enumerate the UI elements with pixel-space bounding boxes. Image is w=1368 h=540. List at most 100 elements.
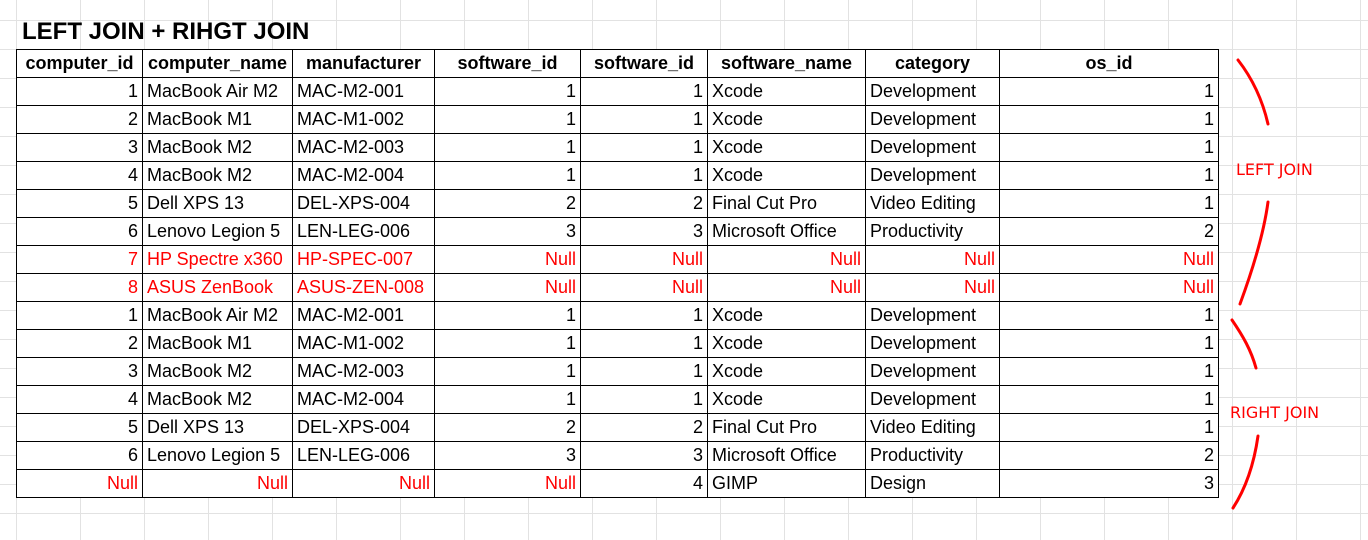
cell-os-id[interactable]: 1 <box>999 77 1219 106</box>
cell-os-id[interactable]: 1 <box>999 161 1219 190</box>
cell-software-id-2[interactable]: 1 <box>580 77 708 106</box>
cell-computer-id[interactable]: Null <box>16 469 143 498</box>
cell-computer-id[interactable]: 5 <box>16 413 143 442</box>
cell-software-id-2[interactable]: 1 <box>580 133 708 162</box>
cell-os-id[interactable]: 1 <box>999 413 1219 442</box>
cell-software-id-2[interactable]: 4 <box>580 469 708 498</box>
cell-category[interactable]: Development <box>865 301 1000 330</box>
cell-category[interactable]: Video Editing <box>865 413 1000 442</box>
cell-manufacturer[interactable]: Null <box>292 469 435 498</box>
cell-software-id[interactable]: 1 <box>434 77 581 106</box>
cell-software-name[interactable]: Xcode <box>707 161 866 190</box>
cell-computer-name[interactable]: Lenovo Legion 5 <box>142 441 293 470</box>
cell-manufacturer[interactable]: DEL-XPS-004 <box>292 413 435 442</box>
cell-os-id[interactable]: Null <box>999 245 1219 274</box>
cell-computer-name[interactable]: Lenovo Legion 5 <box>142 217 293 246</box>
cell-computer-name[interactable]: MacBook M1 <box>142 105 293 134</box>
cell-software-name[interactable]: Final Cut Pro <box>707 413 866 442</box>
cell-computer-name[interactable]: Null <box>142 469 293 498</box>
cell-category[interactable]: Development <box>865 77 1000 106</box>
cell-software-name[interactable]: Xcode <box>707 105 866 134</box>
cell-computer-id[interactable]: 3 <box>16 357 143 386</box>
cell-category[interactable]: Development <box>865 329 1000 358</box>
cell-software-id[interactable]: Null <box>434 273 581 302</box>
cell-computer-name[interactable]: MacBook M2 <box>142 161 293 190</box>
cell-os-id[interactable]: 1 <box>999 385 1219 414</box>
cell-software-name[interactable]: Null <box>707 273 866 302</box>
cell-category[interactable]: Null <box>865 273 1000 302</box>
cell-manufacturer[interactable]: MAC-M2-003 <box>292 357 435 386</box>
cell-os-id[interactable]: 1 <box>999 357 1219 386</box>
cell-os-id[interactable]: Null <box>999 273 1219 302</box>
cell-os-id[interactable]: 1 <box>999 329 1219 358</box>
cell-os-id[interactable]: 3 <box>999 469 1219 498</box>
cell-category[interactable]: Development <box>865 105 1000 134</box>
cell-category[interactable]: Productivity <box>865 441 1000 470</box>
cell-software-id-2[interactable]: 1 <box>580 357 708 386</box>
header-software-id[interactable]: software_id <box>434 49 581 78</box>
cell-software-name[interactable]: Microsoft Office <box>707 441 866 470</box>
cell-computer-id[interactable]: 7 <box>16 245 143 274</box>
cell-computer-name[interactable]: ASUS ZenBook <box>142 273 293 302</box>
cell-software-id[interactable]: 3 <box>434 217 581 246</box>
cell-software-name[interactable]: Xcode <box>707 133 866 162</box>
cell-manufacturer[interactable]: MAC-M2-004 <box>292 385 435 414</box>
cell-software-name[interactable]: GIMP <box>707 469 866 498</box>
cell-software-id-2[interactable]: Null <box>580 273 708 302</box>
header-computer-id[interactable]: computer_id <box>16 49 143 78</box>
header-software-name[interactable]: software_name <box>707 49 866 78</box>
cell-software-name[interactable]: Microsoft Office <box>707 217 866 246</box>
cell-software-id-2[interactable]: Null <box>580 245 708 274</box>
cell-manufacturer[interactable]: MAC-M2-001 <box>292 77 435 106</box>
cell-computer-id[interactable]: 8 <box>16 273 143 302</box>
cell-software-name[interactable]: Xcode <box>707 301 866 330</box>
cell-category[interactable]: Productivity <box>865 217 1000 246</box>
cell-category[interactable]: Null <box>865 245 1000 274</box>
cell-software-name[interactable]: Xcode <box>707 385 866 414</box>
cell-os-id[interactable]: 1 <box>999 133 1219 162</box>
cell-software-id-2[interactable]: 1 <box>580 385 708 414</box>
cell-software-id-2[interactable]: 1 <box>580 329 708 358</box>
cell-software-id[interactable]: 1 <box>434 357 581 386</box>
cell-category[interactable]: Development <box>865 133 1000 162</box>
cell-manufacturer[interactable]: HP-SPEC-007 <box>292 245 435 274</box>
cell-computer-id[interactable]: 3 <box>16 133 143 162</box>
cell-computer-name[interactable]: MacBook M2 <box>142 385 293 414</box>
cell-manufacturer[interactable]: LEN-LEG-006 <box>292 441 435 470</box>
cell-os-id[interactable]: 1 <box>999 189 1219 218</box>
cell-software-id[interactable]: 3 <box>434 441 581 470</box>
cell-manufacturer[interactable]: MAC-M2-001 <box>292 301 435 330</box>
cell-software-name[interactable]: Final Cut Pro <box>707 189 866 218</box>
cell-software-name[interactable]: Xcode <box>707 357 866 386</box>
cell-software-id-2[interactable]: 1 <box>580 161 708 190</box>
cell-computer-id[interactable]: 6 <box>16 217 143 246</box>
cell-manufacturer[interactable]: DEL-XPS-004 <box>292 189 435 218</box>
cell-software-id-2[interactable]: 1 <box>580 301 708 330</box>
cell-manufacturer[interactable]: MAC-M2-003 <box>292 133 435 162</box>
cell-category[interactable]: Video Editing <box>865 189 1000 218</box>
header-category[interactable]: category <box>865 49 1000 78</box>
cell-computer-id[interactable]: 2 <box>16 329 143 358</box>
cell-computer-id[interactable]: 6 <box>16 441 143 470</box>
cell-software-id[interactable]: 1 <box>434 105 581 134</box>
cell-software-id-2[interactable]: 1 <box>580 105 708 134</box>
cell-computer-name[interactable]: MacBook M2 <box>142 357 293 386</box>
cell-software-id-2[interactable]: 2 <box>580 413 708 442</box>
cell-computer-id[interactable]: 4 <box>16 161 143 190</box>
cell-manufacturer[interactable]: LEN-LEG-006 <box>292 217 435 246</box>
cell-computer-id[interactable]: 2 <box>16 105 143 134</box>
cell-manufacturer[interactable]: MAC-M2-004 <box>292 161 435 190</box>
cell-manufacturer[interactable]: ASUS-ZEN-008 <box>292 273 435 302</box>
cell-computer-name[interactable]: Dell XPS 13 <box>142 413 293 442</box>
cell-computer-id[interactable]: 5 <box>16 189 143 218</box>
cell-category[interactable]: Development <box>865 385 1000 414</box>
header-computer-name[interactable]: computer_name <box>142 49 293 78</box>
cell-software-id[interactable]: 2 <box>434 413 581 442</box>
cell-computer-name[interactable]: MacBook M2 <box>142 133 293 162</box>
cell-software-id[interactable]: 1 <box>434 161 581 190</box>
cell-software-id[interactable]: Null <box>434 245 581 274</box>
header-software-id-2[interactable]: software_id <box>580 49 708 78</box>
cell-manufacturer[interactable]: MAC-M1-002 <box>292 329 435 358</box>
cell-manufacturer[interactable]: MAC-M1-002 <box>292 105 435 134</box>
cell-software-id[interactable]: Null <box>434 469 581 498</box>
